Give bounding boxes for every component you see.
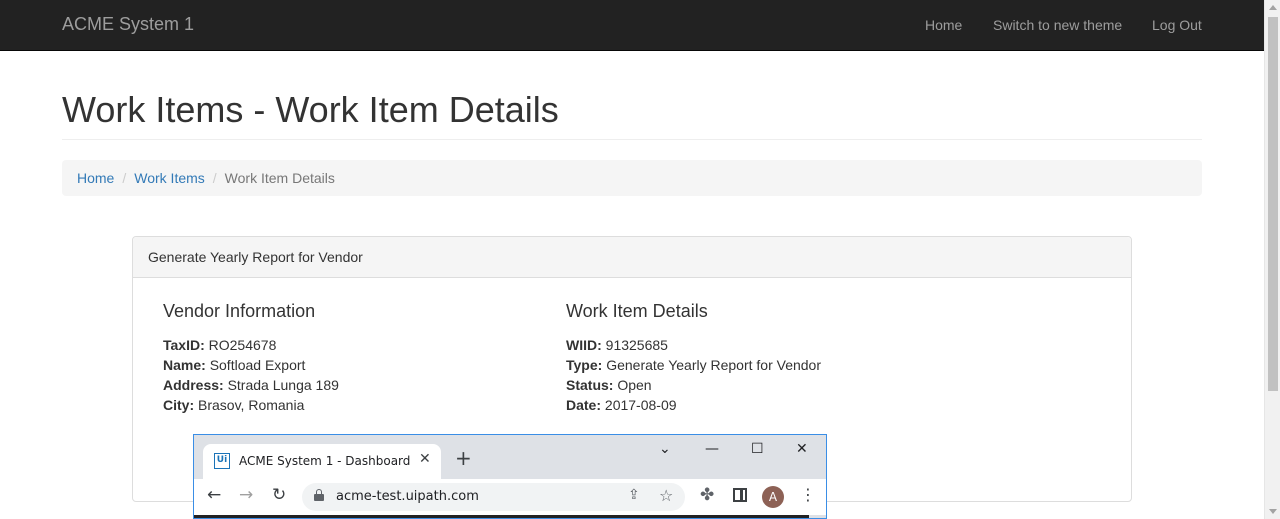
- field-value: Strada Lunga 189: [227, 377, 339, 393]
- browser-tabstrip: Ui ACME System 1 - Dashboard ✕ + ⌄ — ☐ ✕: [194, 435, 826, 479]
- breadcrumb-separator: /: [212, 170, 217, 186]
- vendor-taxid-row: TaxID: RO254678: [163, 335, 339, 355]
- bookmark-star-icon[interactable]: ☆: [659, 486, 673, 505]
- field-value: Open: [617, 377, 652, 393]
- field-label: Status:: [566, 377, 614, 393]
- nav-home-link[interactable]: Home: [925, 17, 962, 33]
- field-label: Address:: [163, 377, 224, 393]
- side-panel-icon[interactable]: [733, 488, 747, 502]
- browser-toolbar: ← → ↻ acme-test.uipath.com ⇪ ☆ ✤ A ⋮: [194, 479, 826, 515]
- forward-arrow-icon[interactable]: →: [239, 485, 253, 505]
- browser-window[interactable]: Ui ACME System 1 - Dashboard ✕ + ⌄ — ☐ ✕…: [193, 434, 827, 519]
- breadcrumb-separator: /: [122, 170, 127, 186]
- close-window-icon[interactable]: ✕: [796, 441, 808, 457]
- vendor-address-row: Address: Strada Lunga 189: [163, 375, 339, 395]
- tab-search-chevron-icon[interactable]: ⌄: [659, 441, 671, 457]
- type-row: Type: Generate Yearly Report for Vendor: [566, 355, 821, 375]
- reload-icon[interactable]: ↻: [272, 485, 286, 505]
- panel-heading: Generate Yearly Report for Vendor: [133, 237, 1131, 278]
- url-text[interactable]: acme-test.uipath.com: [336, 489, 479, 504]
- vendor-information-title: Vendor Information: [163, 301, 316, 321]
- field-label: Name:: [163, 357, 206, 373]
- field-value: Generate Yearly Report for Vendor: [606, 357, 822, 373]
- breadcrumb-work-items-link[interactable]: Work Items: [134, 170, 205, 186]
- top-navbar: ACME System 1 Home Switch to new theme L…: [0, 0, 1264, 51]
- back-arrow-icon[interactable]: ←: [207, 485, 221, 505]
- page-title: Work Items - Work Item Details: [62, 89, 559, 130]
- work-item-details-title: Work Item Details: [566, 301, 708, 321]
- scroll-down-icon[interactable]: [1269, 509, 1277, 514]
- nav-switch-theme-link[interactable]: Switch to new theme: [993, 17, 1122, 33]
- vendor-name-row: Name: Softload Export: [163, 355, 339, 375]
- tab-title: ACME System 1 - Dashboard: [239, 454, 411, 468]
- minimize-icon[interactable]: —: [705, 441, 719, 457]
- status-row: Status: Open: [566, 375, 821, 395]
- nav-logout-link[interactable]: Log Out: [1152, 17, 1202, 33]
- work-item-details-section: Work Item Details WIID: 91325685 Type: G…: [566, 300, 821, 415]
- browser-content-preview: [194, 515, 809, 518]
- breadcrumb-current: Work Item Details: [224, 170, 335, 186]
- tab-close-icon[interactable]: ✕: [419, 451, 431, 467]
- extensions-puzzle-icon[interactable]: ✤: [700, 485, 714, 505]
- profile-avatar[interactable]: A: [762, 486, 784, 508]
- breadcrumb: Home / Work Items / Work Item Details: [62, 160, 1202, 196]
- share-icon[interactable]: ⇪: [628, 487, 640, 503]
- field-label: WIID:: [566, 337, 602, 353]
- browser-tab[interactable]: Ui ACME System 1 - Dashboard ✕: [203, 444, 441, 479]
- field-value: RO254678: [208, 337, 277, 353]
- field-value: Softload Export: [209, 357, 306, 373]
- scroll-up-icon[interactable]: [1269, 5, 1277, 10]
- brand-link[interactable]: ACME System 1: [62, 14, 194, 35]
- field-label: Type:: [566, 357, 603, 373]
- scrollbar-thumb[interactable]: [1268, 17, 1278, 391]
- field-value: 91325685: [605, 337, 668, 353]
- field-label: Date:: [566, 397, 602, 413]
- wiid-row: WIID: 91325685: [566, 335, 821, 355]
- field-value: 2017-08-09: [604, 397, 677, 413]
- field-label: TaxID:: [163, 337, 205, 353]
- field-label: City:: [163, 397, 195, 413]
- vendor-information-section: Vendor Information TaxID: RO254678 Name:…: [163, 300, 339, 415]
- page-scrollbar[interactable]: [1264, 0, 1280, 519]
- date-row: Date: 2017-08-09: [566, 395, 821, 415]
- title-divider: [62, 139, 1202, 140]
- address-bar[interactable]: acme-test.uipath.com ⇪ ☆: [302, 483, 685, 511]
- lock-icon[interactable]: [314, 489, 324, 501]
- maximize-icon[interactable]: ☐: [751, 441, 764, 457]
- vendor-city-row: City: Brasov, Romania: [163, 395, 339, 415]
- uipath-favicon-icon: Ui: [214, 453, 230, 469]
- field-value: Brasov, Romania: [198, 397, 305, 413]
- breadcrumb-home-link[interactable]: Home: [77, 170, 114, 186]
- more-menu-icon[interactable]: ⋮: [800, 485, 816, 505]
- new-tab-icon[interactable]: +: [455, 446, 472, 470]
